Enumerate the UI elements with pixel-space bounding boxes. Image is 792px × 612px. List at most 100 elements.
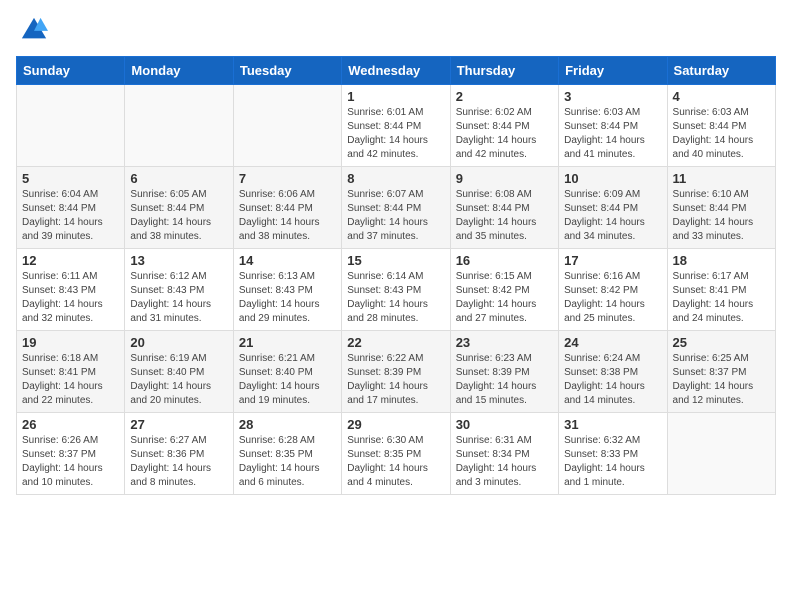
- day-number: 2: [456, 89, 553, 104]
- calendar-cell: 15 Sunrise: 6:14 AM Sunset: 8:43 PM Dayli…: [342, 249, 450, 331]
- day-number: 26: [22, 417, 119, 432]
- logo: [16, 16, 48, 44]
- weekday-header-tuesday: Tuesday: [233, 57, 341, 85]
- calendar-cell: 30Sunrise: 6:31 AM Sunset: 8:34 PM Dayli…: [450, 413, 558, 495]
- calendar-cell: 20 Sunrise: 6:19 AM Sunset: 8:40 PM Dayli…: [125, 331, 233, 413]
- day-number: 11: [673, 171, 770, 186]
- day-number: 9: [456, 171, 553, 186]
- day-number: 17: [564, 253, 661, 268]
- calendar-cell: 9 Sunrise: 6:08 AM Sunset: 8:44 PM Daylig…: [450, 167, 558, 249]
- day-info: Sunrise: 6:04 AM Sunset: 8:44 PM Dayligh…: [22, 188, 119, 244]
- day-number: 14: [239, 253, 336, 268]
- day-number: 1: [347, 89, 444, 104]
- day-number: 21: [239, 335, 336, 350]
- day-info: Sunrise: 6:05 AM Sunset: 8:44 PM Dayligh…: [130, 188, 227, 244]
- day-info: Sunrise: 6:21 AM Sunset: 8:40 PM Dayligh…: [239, 352, 336, 408]
- day-info: Sunrise: 6:17 AM Sunset: 8:41 PM Dayligh…: [673, 270, 770, 326]
- calendar-cell: 2Sunrise: 6:02 AM Sunset: 8:44 PM Daylig…: [450, 85, 558, 167]
- calendar-cell: 16Sunrise: 6:15 AM Sunset: 8:42 PM Dayli…: [450, 249, 558, 331]
- day-number: 16: [456, 253, 553, 268]
- calendar-cell: 12 Sunrise: 6:11 AM Sunset: 8:43 PM Dayli…: [17, 249, 125, 331]
- day-number: 8: [347, 171, 444, 186]
- day-number: 12: [22, 253, 119, 268]
- day-number: 27: [130, 417, 227, 432]
- calendar-cell: 14 Sunrise: 6:13 AM Sunset: 8:43 PM Dayli…: [233, 249, 341, 331]
- day-info: Sunrise: 6:11 AM Sunset: 8:43 PM Dayligh…: [22, 270, 119, 326]
- header: [16, 16, 776, 44]
- calendar-week-4: 19 Sunrise: 6:18 AM Sunset: 8:41 PM Dayli…: [17, 331, 776, 413]
- day-number: 13: [130, 253, 227, 268]
- weekday-header-thursday: Thursday: [450, 57, 558, 85]
- weekday-header-saturday: Saturday: [667, 57, 775, 85]
- day-number: 7: [239, 171, 336, 186]
- calendar-cell: 3Sunrise: 6:03 AM Sunset: 8:44 PM Daylig…: [559, 85, 667, 167]
- calendar-week-3: 12 Sunrise: 6:11 AM Sunset: 8:43 PM Dayli…: [17, 249, 776, 331]
- day-info: Sunrise: 6:25 AM Sunset: 8:37 PM Dayligh…: [673, 352, 770, 408]
- calendar-cell: 24 Sunrise: 6:24 AM Sunset: 8:38 PM Dayli…: [559, 331, 667, 413]
- calendar-cell: 19 Sunrise: 6:18 AM Sunset: 8:41 PM Dayli…: [17, 331, 125, 413]
- day-info: Sunrise: 6:24 AM Sunset: 8:38 PM Dayligh…: [564, 352, 661, 408]
- calendar-cell: 23 Sunrise: 6:23 AM Sunset: 8:39 PM Dayli…: [450, 331, 558, 413]
- calendar-cell: 13Sunrise: 6:12 AM Sunset: 8:43 PM Dayli…: [125, 249, 233, 331]
- calendar-header-row: SundayMondayTuesdayWednesdayThursdayFrid…: [17, 57, 776, 85]
- calendar-cell: 29 Sunrise: 6:30 AM Sunset: 8:35 PM Dayli…: [342, 413, 450, 495]
- weekday-header-wednesday: Wednesday: [342, 57, 450, 85]
- calendar-cell: 22 Sunrise: 6:22 AM Sunset: 8:39 PM Dayli…: [342, 331, 450, 413]
- day-info: Sunrise: 6:09 AM Sunset: 8:44 PM Dayligh…: [564, 188, 661, 244]
- day-number: 30: [456, 417, 553, 432]
- day-number: 25: [673, 335, 770, 350]
- day-number: 18: [673, 253, 770, 268]
- day-number: 20: [130, 335, 227, 350]
- calendar-cell: 1 Sunrise: 6:01 AM Sunset: 8:44 PM Daylig…: [342, 85, 450, 167]
- day-info: Sunrise: 6:18 AM Sunset: 8:41 PM Dayligh…: [22, 352, 119, 408]
- day-info: Sunrise: 6:22 AM Sunset: 8:39 PM Dayligh…: [347, 352, 444, 408]
- day-info: Sunrise: 6:30 AM Sunset: 8:35 PM Dayligh…: [347, 434, 444, 490]
- day-info: Sunrise: 6:26 AM Sunset: 8:37 PM Dayligh…: [22, 434, 119, 490]
- calendar-cell: 18 Sunrise: 6:17 AM Sunset: 8:41 PM Dayli…: [667, 249, 775, 331]
- calendar-cell: 25 Sunrise: 6:25 AM Sunset: 8:37 PM Dayli…: [667, 331, 775, 413]
- day-number: 5: [22, 171, 119, 186]
- calendar-week-5: 26 Sunrise: 6:26 AM Sunset: 8:37 PM Dayli…: [17, 413, 776, 495]
- calendar-cell: 5 Sunrise: 6:04 AM Sunset: 8:44 PM Daylig…: [17, 167, 125, 249]
- calendar-cell: 27 Sunrise: 6:27 AM Sunset: 8:36 PM Dayli…: [125, 413, 233, 495]
- day-info: Sunrise: 6:28 AM Sunset: 8:35 PM Dayligh…: [239, 434, 336, 490]
- calendar-cell: [17, 85, 125, 167]
- day-info: Sunrise: 6:27 AM Sunset: 8:36 PM Dayligh…: [130, 434, 227, 490]
- logo-icon: [20, 16, 48, 44]
- day-info: Sunrise: 6:14 AM Sunset: 8:43 PM Dayligh…: [347, 270, 444, 326]
- weekday-header-sunday: Sunday: [17, 57, 125, 85]
- calendar-cell: 4Sunrise: 6:03 AM Sunset: 8:44 PM Daylig…: [667, 85, 775, 167]
- day-number: 22: [347, 335, 444, 350]
- day-info: Sunrise: 6:07 AM Sunset: 8:44 PM Dayligh…: [347, 188, 444, 244]
- day-info: Sunrise: 6:16 AM Sunset: 8:42 PM Dayligh…: [564, 270, 661, 326]
- calendar-cell: 6 Sunrise: 6:05 AM Sunset: 8:44 PM Daylig…: [125, 167, 233, 249]
- day-number: 23: [456, 335, 553, 350]
- calendar-cell: 10Sunrise: 6:09 AM Sunset: 8:44 PM Dayli…: [559, 167, 667, 249]
- weekday-header-friday: Friday: [559, 57, 667, 85]
- day-info: Sunrise: 6:08 AM Sunset: 8:44 PM Dayligh…: [456, 188, 553, 244]
- calendar-cell: 7Sunrise: 6:06 AM Sunset: 8:44 PM Daylig…: [233, 167, 341, 249]
- day-info: Sunrise: 6:19 AM Sunset: 8:40 PM Dayligh…: [130, 352, 227, 408]
- calendar-cell: [125, 85, 233, 167]
- day-info: Sunrise: 6:23 AM Sunset: 8:39 PM Dayligh…: [456, 352, 553, 408]
- day-number: 19: [22, 335, 119, 350]
- page-container: SundayMondayTuesdayWednesdayThursdayFrid…: [0, 0, 792, 505]
- day-number: 29: [347, 417, 444, 432]
- calendar-cell: 31Sunrise: 6:32 AM Sunset: 8:33 PM Dayli…: [559, 413, 667, 495]
- day-info: Sunrise: 6:01 AM Sunset: 8:44 PM Dayligh…: [347, 106, 444, 162]
- day-number: 24: [564, 335, 661, 350]
- calendar-cell: 8 Sunrise: 6:07 AM Sunset: 8:44 PM Daylig…: [342, 167, 450, 249]
- weekday-header-monday: Monday: [125, 57, 233, 85]
- day-info: Sunrise: 6:03 AM Sunset: 8:44 PM Dayligh…: [673, 106, 770, 162]
- day-info: Sunrise: 6:13 AM Sunset: 8:43 PM Dayligh…: [239, 270, 336, 326]
- day-info: Sunrise: 6:10 AM Sunset: 8:44 PM Dayligh…: [673, 188, 770, 244]
- calendar-cell: [667, 413, 775, 495]
- day-number: 28: [239, 417, 336, 432]
- day-number: 6: [130, 171, 227, 186]
- calendar-cell: 11 Sunrise: 6:10 AM Sunset: 8:44 PM Dayli…: [667, 167, 775, 249]
- day-info: Sunrise: 6:03 AM Sunset: 8:44 PM Dayligh…: [564, 106, 661, 162]
- calendar-week-1: 1 Sunrise: 6:01 AM Sunset: 8:44 PM Daylig…: [17, 85, 776, 167]
- calendar-cell: [233, 85, 341, 167]
- day-info: Sunrise: 6:32 AM Sunset: 8:33 PM Dayligh…: [564, 434, 661, 490]
- day-number: 15: [347, 253, 444, 268]
